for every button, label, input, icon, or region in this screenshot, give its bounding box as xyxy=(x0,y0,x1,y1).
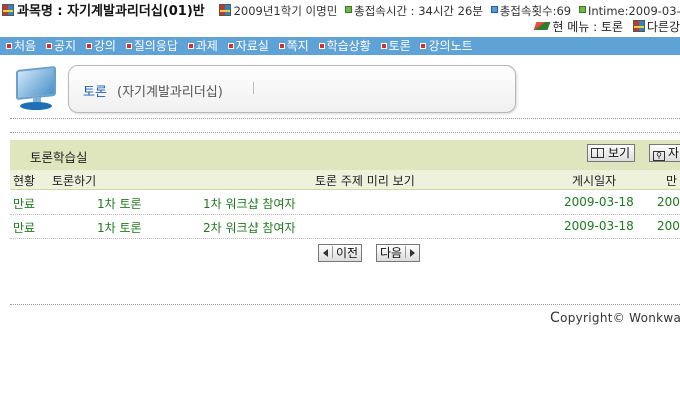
course-grid-icon xyxy=(2,4,14,16)
magnifier-icon: ⚲ xyxy=(653,151,665,161)
search-button[interactable]: ⚲ 자 xyxy=(649,144,680,162)
nav-bullet-icon xyxy=(278,43,285,49)
nav-item-lecture-notes[interactable]: 강의노트 xyxy=(420,37,473,55)
row-end: 2009 xyxy=(657,195,680,209)
intime: Intime:2009-03-31 xyxy=(587,4,680,18)
page-title: 토론 xyxy=(83,85,107,100)
nav-item-assignment[interactable]: 과제 xyxy=(187,37,218,55)
nav-bullet-icon xyxy=(85,43,92,49)
pencil-icon xyxy=(533,22,551,30)
page-subtitle: (자기계발과리더십) xyxy=(117,85,223,100)
nav-bullet-icon xyxy=(6,43,12,49)
total-count: 총접속횟수:69 xyxy=(499,4,572,18)
nav-bullet-icon xyxy=(125,43,132,49)
board-title: 토론학습실 xyxy=(30,150,88,165)
divider xyxy=(10,304,680,305)
col-discussion: 토론하기 xyxy=(52,174,97,188)
title-divider xyxy=(253,82,254,94)
row-topic-link[interactable]: 1차 워크샵 참여자 xyxy=(203,195,296,212)
col-status: 현황 xyxy=(13,174,36,188)
table-header: 현황 토론하기 토론 주제 미리 보기 게시일자 만 xyxy=(10,170,680,190)
row-status: 만료 xyxy=(13,221,36,235)
nav-item-home[interactable]: 처음 xyxy=(6,37,36,55)
current-menu-line: 현 메뉴 : 토론 다른강 xyxy=(533,18,680,36)
nav-item-resources[interactable]: 자료실 xyxy=(227,37,269,55)
row-posted: 2009-03-18 xyxy=(564,219,634,233)
row-discussion-link[interactable]: 1차 토론 xyxy=(97,219,142,236)
table-row: 만료 1차 토론 1차 워크샵 참여자 2009-03-18 2009 xyxy=(10,191,680,215)
nav-bullet-icon xyxy=(227,43,234,49)
board-header: 토론학습실 보기 ⚲ 자 xyxy=(10,140,680,170)
bullet-icon xyxy=(345,6,353,13)
nav-item-lecture[interactable]: 강의 xyxy=(85,37,116,55)
arrow-right-icon xyxy=(410,249,416,257)
nav-bullet-icon xyxy=(420,43,427,49)
col-end: 만 xyxy=(666,174,678,188)
nav-item-notice[interactable]: 공지 xyxy=(45,37,76,55)
bullet-icon xyxy=(578,6,586,13)
row-discussion-link[interactable]: 1차 토론 xyxy=(97,195,142,212)
nav-bullet-icon xyxy=(187,43,194,49)
book-icon xyxy=(591,148,604,158)
col-posted: 게시일자 xyxy=(572,174,617,188)
nav-bullet-icon xyxy=(45,43,52,49)
divider xyxy=(10,132,680,133)
main-nav: 처음 공지 강의 질의응답 과제 자료실 쪽지 학습상황 토론 강의노트 xyxy=(0,37,680,55)
copyright: Copyright© Wonkwang xyxy=(550,310,680,326)
nav-item-progress[interactable]: 학습상황 xyxy=(318,37,371,55)
row-posted: 2009-03-18 xyxy=(564,195,634,209)
col-topic: 토론 주제 미리 보기 xyxy=(315,174,415,188)
row-topic-link[interactable]: 2차 워크샵 참여자 xyxy=(203,219,296,236)
arrow-left-icon xyxy=(323,249,328,257)
total-time: 총접속시간 : 34시간 26분 xyxy=(354,4,483,18)
divider xyxy=(10,118,680,119)
nav-item-discussion[interactable]: 토론 xyxy=(380,37,411,55)
nav-bullet-icon xyxy=(318,43,325,49)
prev-page-button[interactable]: 이전 xyxy=(318,244,363,262)
other-course-grid-icon[interactable] xyxy=(632,20,645,32)
current-menu: 현 메뉴 : 토론 xyxy=(552,20,624,34)
semester-user: 2009년1학기 이명민 xyxy=(233,4,338,18)
subject-label: 과목명 : 자기계발과리더십(01)반 xyxy=(17,4,205,18)
nav-bullet-icon xyxy=(380,43,387,49)
nav-item-messages[interactable]: 쪽지 xyxy=(278,37,309,55)
user-grid-icon xyxy=(218,4,231,16)
page-title-box: 토론 (자기계발과리더십) xyxy=(68,65,516,113)
next-page-button[interactable]: 다음 xyxy=(376,244,421,262)
bullet-icon xyxy=(490,6,498,13)
monitor-icon xyxy=(12,65,60,116)
row-end: 2009 xyxy=(657,219,680,233)
view-button[interactable]: 보기 xyxy=(587,144,636,162)
row-status: 만료 xyxy=(13,197,36,211)
other-course-link[interactable]: 다른강 xyxy=(647,20,680,34)
course-info-bar: 과목명 : 자기계발과리더십(01)반 2009년1학기 이명민 총접속시간 :… xyxy=(0,0,680,18)
table-row: 만료 1차 토론 2차 워크샵 참여자 2009-03-18 2009 xyxy=(10,215,680,239)
nav-item-qna[interactable]: 질의응답 xyxy=(125,37,178,55)
